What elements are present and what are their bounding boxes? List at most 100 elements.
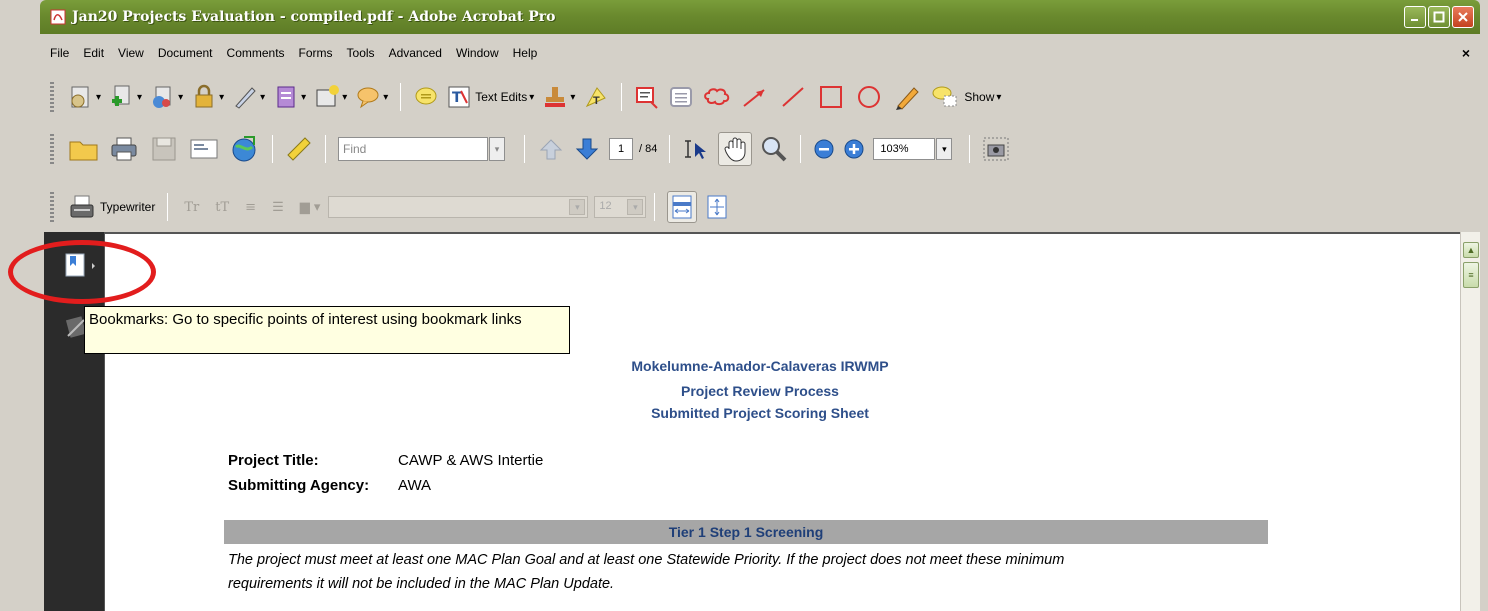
text-box-button[interactable] bbox=[668, 84, 694, 110]
toolbar-separator bbox=[400, 83, 402, 111]
save-button[interactable] bbox=[148, 135, 180, 163]
close-document-button[interactable]: × bbox=[1462, 45, 1470, 61]
text-color-icon[interactable]: ▆ ▾ bbox=[300, 200, 321, 215]
print-button[interactable] bbox=[108, 135, 140, 163]
export-icon bbox=[153, 86, 171, 108]
font-select[interactable]: ▾ bbox=[328, 196, 589, 218]
zoom-input[interactable]: 103% ▾ bbox=[873, 138, 953, 160]
menu-edit[interactable]: Edit bbox=[77, 46, 112, 60]
open-button[interactable] bbox=[68, 135, 100, 163]
export-button[interactable]: ▾ bbox=[150, 84, 183, 110]
create-pdf-button[interactable]: ▾ bbox=[68, 84, 101, 110]
callout-button[interactable] bbox=[634, 84, 660, 110]
maximize-icon bbox=[1433, 11, 1445, 23]
collaborate-button[interactable] bbox=[228, 135, 260, 163]
page-number-field[interactable]: 1 / 84 bbox=[609, 138, 657, 160]
pencil-icon bbox=[896, 87, 920, 110]
menu-forms[interactable]: Forms bbox=[293, 46, 341, 60]
menu-comments[interactable]: Comments bbox=[221, 46, 293, 60]
show-comments-button[interactable]: Show ▾ bbox=[930, 84, 1001, 110]
next-page-button[interactable] bbox=[573, 135, 601, 163]
fit-page-button[interactable] bbox=[705, 194, 729, 220]
stamp-button[interactable]: ▾ bbox=[542, 84, 575, 110]
menu-tools[interactable]: Tools bbox=[341, 46, 383, 60]
fit-width-button[interactable] bbox=[667, 191, 698, 223]
font-size-dropdown-button[interactable]: ▾ bbox=[627, 199, 644, 215]
font-dropdown-button[interactable]: ▾ bbox=[569, 199, 586, 215]
minimize-button[interactable] bbox=[1404, 6, 1426, 28]
tasks-toolbar: ▾ ▾ ▾ ▾ ▾ ▾ ▾ ▾ T Text Edits ▾ ▾ T Show … bbox=[44, 74, 1480, 120]
email-icon bbox=[190, 139, 218, 159]
folder-icon bbox=[69, 141, 98, 161]
menu-advanced[interactable]: Advanced bbox=[383, 46, 450, 60]
oval-tool-button[interactable] bbox=[854, 84, 884, 110]
sticky-note-button[interactable] bbox=[413, 84, 439, 110]
menu-bar: File Edit View Document Comments Forms T… bbox=[44, 42, 1480, 64]
text-edits-button[interactable]: T Text Edits ▾ bbox=[447, 85, 534, 109]
menu-help[interactable]: Help bbox=[507, 46, 546, 60]
zoom-in-button[interactable] bbox=[843, 138, 865, 160]
up-arrow-icon bbox=[539, 139, 563, 160]
secure-button[interactable]: ▾ bbox=[191, 84, 224, 110]
vertical-scrollbar[interactable]: ▲ ≡ bbox=[1460, 232, 1480, 611]
svg-text:T: T bbox=[452, 90, 462, 106]
decrease-text-size-icon[interactable]: Tr bbox=[184, 200, 199, 215]
toolbar-grip[interactable] bbox=[50, 134, 54, 164]
save-disk-icon bbox=[152, 137, 176, 161]
rectangle-tool-button[interactable] bbox=[816, 84, 846, 110]
text-edits-icon: T bbox=[448, 86, 470, 108]
find-field[interactable]: Find ▾ bbox=[338, 137, 505, 161]
hand-tool-button[interactable] bbox=[718, 132, 753, 166]
toolbar-grip[interactable] bbox=[50, 192, 54, 222]
typewriter-label: Typewriter bbox=[100, 200, 156, 214]
hand-icon bbox=[724, 137, 746, 162]
stamp-icon bbox=[545, 87, 566, 107]
select-tool-button[interactable] bbox=[682, 135, 710, 163]
increase-text-size-icon[interactable]: tT bbox=[215, 200, 229, 215]
marquee-zoom-button[interactable] bbox=[760, 135, 788, 163]
increase-line-spacing-icon[interactable]: ☰ bbox=[272, 200, 284, 215]
menu-document[interactable]: Document bbox=[152, 46, 221, 60]
cloud-icon bbox=[704, 88, 730, 106]
forms-button[interactable]: ▾ bbox=[273, 84, 306, 110]
body-text-line-2: requirements it will not be included in … bbox=[228, 576, 615, 592]
toolbar-separator bbox=[524, 135, 525, 163]
arrow-tool-button[interactable] bbox=[740, 84, 770, 110]
close-button[interactable] bbox=[1452, 6, 1474, 28]
find-input[interactable]: Find ▾ bbox=[338, 137, 505, 161]
project-title-value: CAWP & AWS Intertie bbox=[398, 452, 544, 469]
menu-file[interactable]: File bbox=[44, 46, 77, 60]
cloud-tool-button[interactable] bbox=[702, 84, 732, 110]
email-button[interactable] bbox=[188, 135, 220, 163]
measure-button[interactable] bbox=[285, 135, 313, 163]
scroll-thumb[interactable]: ≡ bbox=[1463, 262, 1479, 288]
zoom-out-button[interactable] bbox=[813, 138, 835, 160]
page-number-input[interactable]: 1 bbox=[609, 138, 633, 160]
scroll-up-button[interactable]: ▲ bbox=[1463, 242, 1479, 258]
magnifier-icon bbox=[762, 137, 787, 162]
maximize-button[interactable] bbox=[1428, 6, 1450, 28]
zoom-dropdown-button[interactable]: ▾ bbox=[936, 138, 953, 160]
decrease-line-spacing-icon[interactable]: ≡ bbox=[245, 200, 256, 215]
typewriter-button[interactable]: Typewriter bbox=[68, 193, 155, 221]
combine-files-button[interactable]: ▾ bbox=[109, 84, 142, 110]
speech-bubbles-icon bbox=[357, 87, 379, 109]
review-comment-button[interactable]: ▾ bbox=[355, 84, 388, 110]
find-dropdown-button[interactable]: ▾ bbox=[489, 137, 505, 161]
multimedia-icon bbox=[316, 85, 340, 107]
pencil-tool-button[interactable] bbox=[892, 84, 922, 110]
font-size-select[interactable]: 12 ▾ bbox=[594, 196, 647, 218]
attach-file-button[interactable]: T bbox=[583, 84, 609, 110]
close-icon bbox=[1458, 12, 1468, 22]
zoom-field[interactable]: 103% ▾ bbox=[873, 138, 953, 160]
sign-button[interactable]: ▾ bbox=[232, 84, 265, 110]
toolbar-grip[interactable] bbox=[50, 82, 54, 112]
snapshot-button[interactable] bbox=[982, 136, 1010, 162]
multimedia-button[interactable]: ▾ bbox=[314, 84, 347, 110]
globe-share-icon bbox=[232, 136, 256, 162]
previous-page-button[interactable] bbox=[537, 135, 565, 163]
menu-view[interactable]: View bbox=[112, 46, 152, 60]
line-tool-button[interactable] bbox=[778, 84, 808, 110]
create-pdf-icon bbox=[71, 86, 89, 108]
menu-window[interactable]: Window bbox=[450, 46, 507, 60]
